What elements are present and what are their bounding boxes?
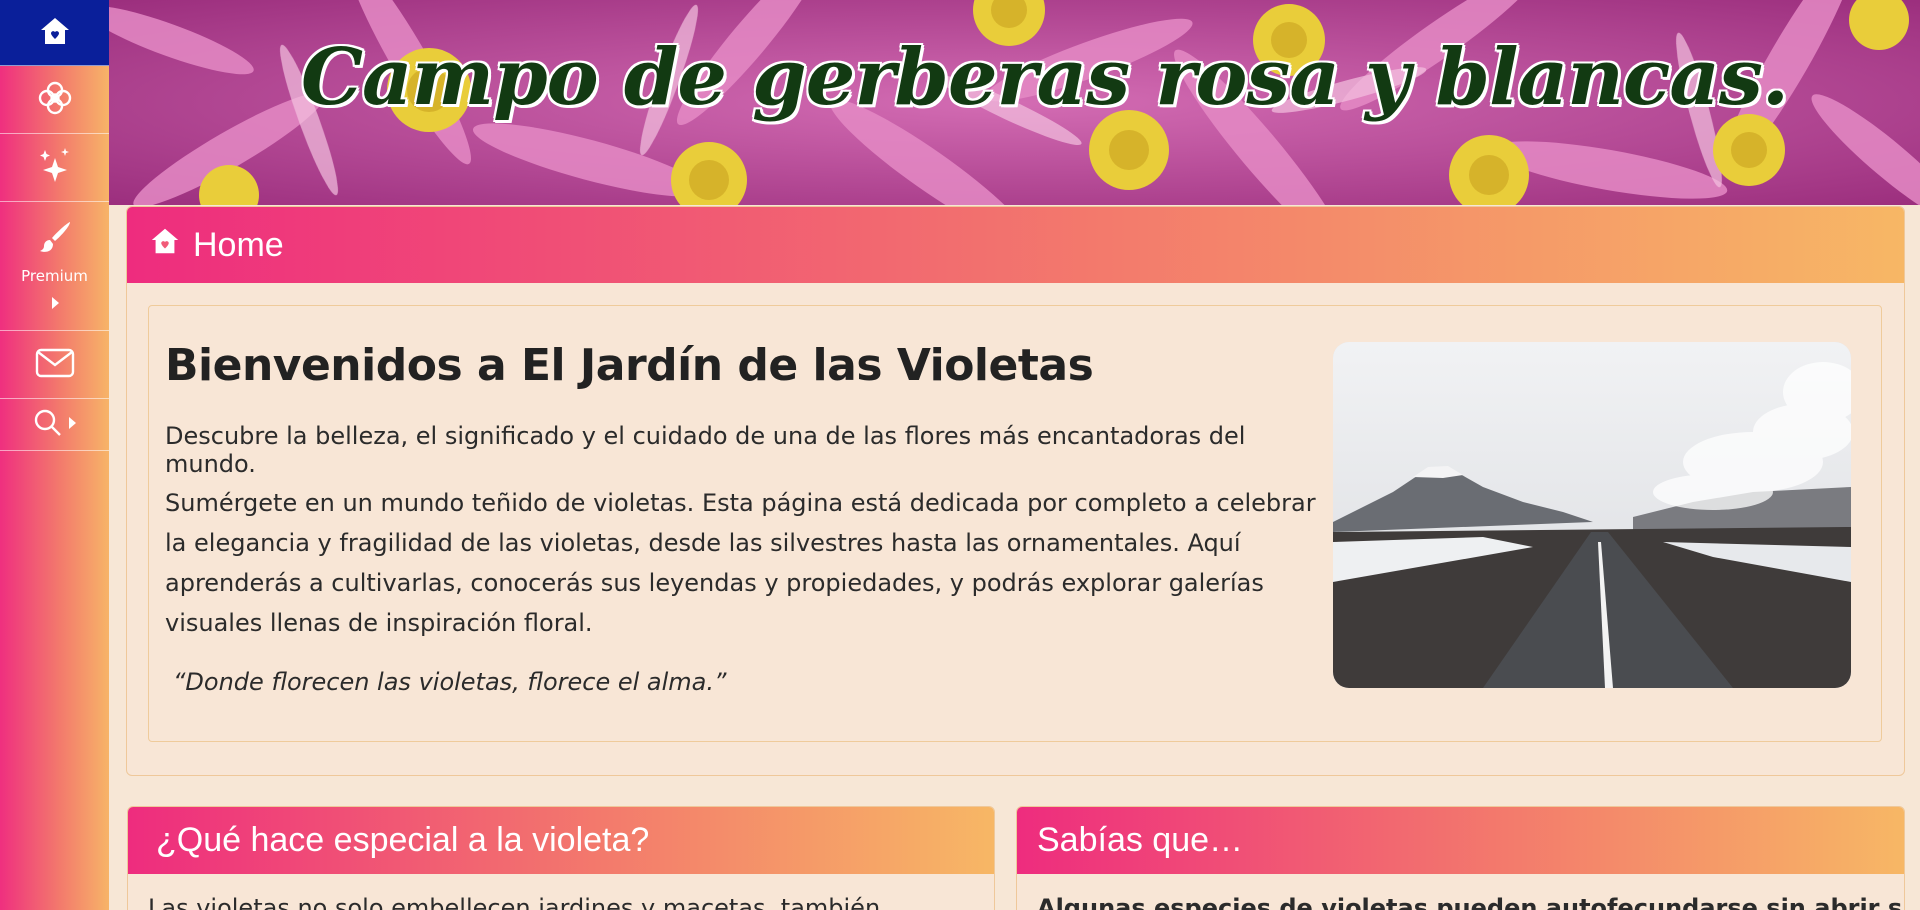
flower-icon xyxy=(36,79,74,121)
home-icon xyxy=(149,225,181,266)
sidebar-item-flowers[interactable] xyxy=(0,66,109,134)
special-violet-card-header: ¿Qué hace especial a la violeta? xyxy=(128,807,994,874)
welcome-quote: “Donde florecen las violetas, florece el… xyxy=(173,668,727,696)
did-you-know-card-header: Sabías que… xyxy=(1017,807,1904,874)
sidebar-item-contact[interactable] xyxy=(0,331,109,399)
home-section: Home Bienvenidos a El Jardín de las Viol… xyxy=(126,206,1905,776)
home-section-header: Home xyxy=(127,207,1904,283)
header-banner: Campo de gerberas rosa y blancas. xyxy=(109,0,1920,205)
special-violet-card: ¿Qué hace especial a la violeta? Las vio… xyxy=(127,806,995,910)
mail-icon xyxy=(35,348,75,382)
home-icon xyxy=(38,14,72,52)
caret-right-icon xyxy=(50,295,60,314)
welcome-lead: Descubre la belleza, el significado y el… xyxy=(165,422,1246,478)
did-you-know-card-text: Algunas especies de violetas pueden auto… xyxy=(1037,894,1905,910)
sidebar-item-label: Premium xyxy=(21,266,88,285)
caret-right-icon xyxy=(67,415,77,434)
banner-title: Campo de gerberas rosa y blancas. xyxy=(300,32,1789,123)
sparkles-icon xyxy=(37,146,73,190)
special-violet-card-text: Las violetas no solo embellecen jardines… xyxy=(148,894,881,910)
sidebar-item-search[interactable] xyxy=(0,399,109,451)
brush-icon xyxy=(37,219,73,259)
search-icon xyxy=(33,408,63,442)
sidebar-item-magic[interactable] xyxy=(0,134,109,202)
did-you-know-card: Sabías que… Algunas especies de violetas… xyxy=(1016,806,1905,910)
welcome-panel: Bienvenidos a El Jardín de las Violetas … xyxy=(148,305,1882,742)
road-landscape-image xyxy=(1333,342,1851,688)
sidebar: Premium xyxy=(0,0,109,910)
page-title: Bienvenidos a El Jardín de las Violetas xyxy=(165,340,1094,391)
welcome-body: Sumérgete en un mundo teñido de violetas… xyxy=(165,489,1316,637)
sidebar-item-premium[interactable]: Premium xyxy=(0,202,109,331)
home-section-title: Home xyxy=(193,225,284,264)
sidebar-item-home[interactable] xyxy=(0,0,109,66)
